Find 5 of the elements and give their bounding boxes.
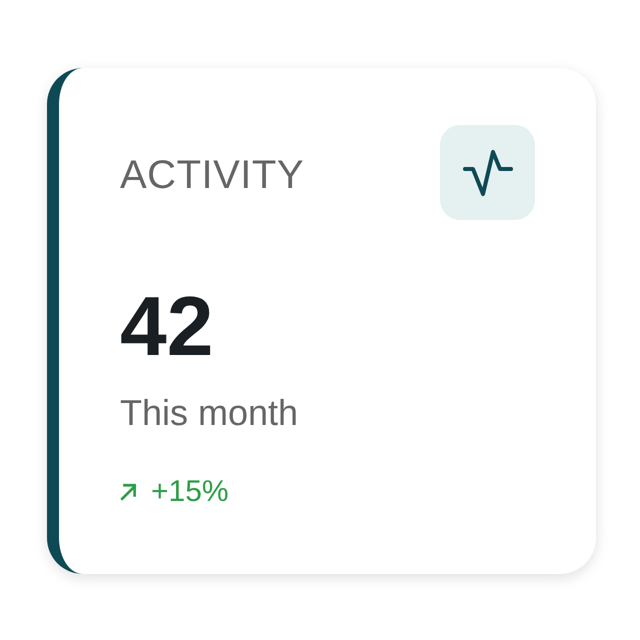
pulse-icon: [440, 125, 535, 220]
card-title: ACTIVITY: [120, 154, 304, 194]
stat-value: 42: [120, 284, 214, 368]
period-label: This month: [120, 395, 298, 431]
change-percent: +15%: [151, 477, 229, 507]
